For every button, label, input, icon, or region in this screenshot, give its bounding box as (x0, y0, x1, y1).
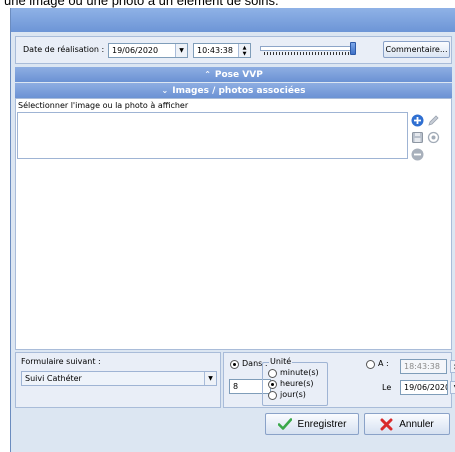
cross-icon (380, 418, 393, 430)
time-slider-ticks (264, 52, 350, 55)
care-element-window: Date de réalisation : 19/06/2020 ▼ 10:43… (10, 8, 455, 452)
schedule-panel: Dans : 8 Unité minute(s) heure(s) jour(s… (223, 352, 455, 408)
time-slider-thumb[interactable] (350, 42, 356, 55)
cancel-button[interactable]: Annuler (364, 413, 450, 435)
target-icon[interactable] (426, 130, 441, 145)
page-caption: une image ou une photo à un élément de s… (0, 0, 455, 8)
a-label: A : (378, 359, 389, 368)
chevron-up-double-icon: ⌃ (204, 70, 211, 79)
window-title-bar (11, 8, 455, 32)
realization-toolbar: Date de réalisation : 19/06/2020 ▼ 10:43… (15, 36, 452, 64)
realization-time-field[interactable]: 10:43:38 ▲ ▼ (193, 43, 251, 58)
cancel-button-label: Annuler (399, 418, 434, 430)
section-images-title: Images / photos associées (172, 85, 306, 96)
save-button-label: Enregistrer (297, 418, 347, 430)
realization-time-value: 10:43:38 (197, 46, 233, 55)
save-button[interactable]: Enregistrer (265, 413, 359, 435)
next-form-panel: Formulaire suivant : Suivi Cathéter ▼ (15, 352, 221, 408)
edit-icon[interactable] (426, 113, 441, 128)
le-date-value: 19/06/2020 (404, 383, 448, 392)
realization-date-field[interactable]: 19/06/2020 ▼ (108, 43, 188, 58)
unit-days-label: jour(s) (280, 390, 306, 399)
save-icon[interactable] (410, 130, 425, 145)
next-form-select[interactable]: Suivi Cathéter ▼ (21, 371, 217, 386)
le-date-field[interactable]: 19/06/2020 (400, 380, 448, 395)
next-form-label: Formulaire suivant : (21, 357, 101, 366)
unit-group: Unité minute(s) heure(s) jour(s) (262, 357, 328, 406)
a-time-value: 18:43:38 (404, 362, 440, 371)
next-form-value: Suivi Cathéter (25, 374, 82, 383)
section-pose-vvp[interactable]: ⌃ Pose VVP (15, 67, 452, 82)
realization-date-label: Date de réalisation : (23, 45, 105, 54)
a-time-spinner-icon[interactable]: ▲▼ (450, 360, 455, 373)
unit-minutes-radio[interactable] (268, 369, 277, 378)
le-date-dropdown-icon[interactable]: ▼ (450, 381, 455, 394)
unit-hours-label: heure(s) (280, 379, 314, 388)
le-label: Le (382, 383, 392, 392)
unit-hours-radio[interactable] (268, 380, 277, 389)
dialog-footer: Enregistrer Annuler (11, 410, 455, 452)
images-list[interactable] (17, 112, 408, 159)
check-icon (277, 418, 292, 430)
add-icon[interactable] (410, 113, 425, 128)
chevron-down-double-icon: ⌄ (161, 86, 169, 95)
section-images[interactable]: ⌄ Images / photos associées (15, 83, 452, 98)
a-radio[interactable] (366, 360, 375, 369)
realization-date-value: 19/06/2020 (112, 46, 159, 55)
images-panel: Sélectionner l'image ou la photo à affic… (15, 98, 452, 350)
dans-radio[interactable] (230, 360, 239, 369)
date-dropdown-icon[interactable]: ▼ (175, 44, 187, 57)
unit-minutes-label: minute(s) (280, 368, 319, 377)
remove-icon[interactable] (410, 147, 425, 162)
dans-value: 8 (233, 382, 239, 391)
comment-button[interactable]: Commentaire... (383, 41, 450, 58)
time-spinner-icon[interactable]: ▲ ▼ (238, 44, 250, 57)
time-slider-track[interactable] (260, 46, 354, 51)
section-pose-title: Pose VVP (214, 69, 263, 80)
caption-text: une image ou une photo à un élément de s… (4, 0, 279, 8)
images-instruction: Sélectionner l'image ou la photo à affic… (18, 101, 189, 110)
next-form-dropdown-icon[interactable]: ▼ (204, 372, 216, 385)
unit-days-radio[interactable] (268, 391, 277, 400)
a-time-field[interactable]: 18:43:38 (400, 359, 447, 374)
unit-title: Unité (269, 357, 293, 366)
